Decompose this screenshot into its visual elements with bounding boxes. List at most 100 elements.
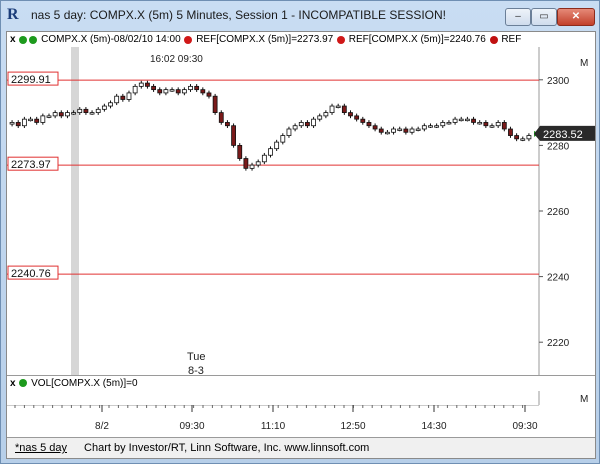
- close-button[interactable]: ✕: [557, 8, 595, 26]
- candle-body: [268, 148, 273, 156]
- day-label: Tue: [187, 351, 206, 363]
- candle-body: [489, 125, 495, 128]
- candle-body: [477, 122, 483, 125]
- candle-body: [372, 125, 378, 130]
- time-axis: 8/2 09:30 11:10 12:50 14:30 09:30: [7, 405, 595, 437]
- candle-body: [366, 122, 372, 127]
- x-tick-label: 09:30: [179, 421, 204, 432]
- candle-body: [89, 112, 95, 115]
- price-plot-background: [7, 47, 595, 375]
- ref-label: 2299.91: [11, 74, 51, 86]
- candle-body: [292, 125, 298, 130]
- volume-legend-bar: x VOL[COMPX.X (5m)]=0: [7, 375, 595, 392]
- volume-color-icon[interactable]: [19, 379, 28, 388]
- candle-body: [526, 135, 532, 140]
- candle-body: [483, 122, 489, 127]
- candle-body: [212, 95, 218, 114]
- series-color-icon[interactable]: [19, 35, 28, 44]
- candle-body: [181, 89, 187, 94]
- top-time-labels: 16:02 09:30: [150, 54, 203, 65]
- candle-body: [403, 128, 409, 133]
- candle: [243, 156, 249, 171]
- candle: [212, 93, 218, 115]
- candle-body: [237, 145, 243, 159]
- minimize-button[interactable]: –: [505, 8, 531, 26]
- candle-body: [46, 115, 52, 118]
- date-label: 8-3: [188, 365, 204, 375]
- candle-body: [286, 128, 292, 136]
- candle-body: [65, 112, 70, 117]
- candle-body: [194, 85, 200, 91]
- ref-color-icon[interactable]: [336, 35, 345, 44]
- close-pane-icon[interactable]: x: [10, 378, 16, 389]
- candle-body: [514, 135, 520, 140]
- ref-legend-label[interactable]: REF[COMPX.X (5m)]=2240.76: [349, 34, 486, 45]
- candle-body: [378, 128, 384, 133]
- candle-body: [434, 125, 440, 128]
- candle-body: [508, 128, 513, 136]
- y-tick-label: 2220: [547, 338, 570, 349]
- candle-body: [138, 82, 144, 87]
- candle-body: [520, 138, 526, 141]
- volume-pane[interactable]: M: [7, 391, 595, 405]
- last-price-label: 2283.52: [543, 129, 583, 141]
- candle-body: [169, 89, 175, 92]
- volume-legend-label[interactable]: VOL[COMPX.X (5m)]=0: [31, 378, 137, 389]
- credit-text: Chart by Investor/RT, Linn Software, Inc…: [84, 442, 370, 454]
- ref-label: 2240.76: [11, 268, 51, 280]
- candle-body: [385, 131, 390, 135]
- price-legend-bar: x COMPX.X (5m)-08/02/10 14:00 REF[COMPX.…: [7, 32, 595, 48]
- candle-body: [71, 112, 77, 115]
- candle-body: [145, 82, 150, 87]
- candle-body: [360, 118, 366, 123]
- candle: [218, 110, 224, 125]
- series-legend-label[interactable]: COMPX.X (5m)-08/02/10 14:00: [41, 34, 181, 45]
- maximize-button[interactable]: ▭: [531, 8, 557, 26]
- ref-color-icon[interactable]: [489, 35, 498, 44]
- candle-body: [280, 135, 286, 143]
- candle-body: [440, 122, 446, 127]
- volume-panel-menu-marker[interactable]: M: [580, 394, 588, 405]
- candle-body: [58, 112, 64, 117]
- x-tick-label: 09:30: [512, 421, 537, 432]
- window-title: nas 5 day: COMPX.X (5m) 5 Minutes, Sessi…: [31, 8, 447, 22]
- ref-color-icon[interactable]: [184, 35, 193, 44]
- candle-body: [354, 115, 360, 120]
- chart-client-area: x COMPX.X (5m)-08/02/10 14:00 REF[COMPX.…: [6, 31, 596, 459]
- candle-body: [243, 158, 249, 169]
- candle-body: [101, 105, 107, 110]
- title-bar[interactable]: R nas 5 day: COMPX.X (5m) 5 Minutes, Ses…: [1, 1, 599, 31]
- candle-body: [108, 102, 113, 107]
- app-window: R nas 5 day: COMPX.X (5m) 5 Minutes, Ses…: [0, 0, 600, 464]
- candle-body: [335, 105, 341, 108]
- candle-body: [120, 95, 126, 100]
- candle-body: [163, 89, 169, 94]
- candle-body: [415, 128, 421, 131]
- chart-tab[interactable]: *nas 5 day: [15, 442, 67, 454]
- candle-body: [206, 92, 212, 97]
- candle-body: [409, 128, 415, 133]
- candle-body: [95, 108, 101, 113]
- series-color-icon[interactable]: [29, 35, 38, 44]
- candle-body: [188, 85, 193, 91]
- volume-plot-background: [7, 391, 595, 405]
- candle-body: [77, 108, 83, 113]
- candle: [237, 143, 243, 161]
- candle: [231, 123, 236, 148]
- status-bar: *nas 5 day Chart by Investor/RT, Linn So…: [7, 437, 595, 458]
- price-chart[interactable]: 16:02 09:30 Tue 8-3 M 2299.91 2273.97 2240…: [7, 47, 595, 375]
- y-tick-label: 2280: [547, 141, 570, 152]
- candle-body: [21, 118, 27, 127]
- candle-body: [261, 154, 267, 163]
- ref-legend-label[interactable]: REF[COMPX.X (5m)]=2273.97: [196, 34, 333, 45]
- candle-body: [126, 92, 132, 100]
- ref-legend-label[interactable]: REF: [501, 34, 521, 45]
- candle-body: [458, 118, 464, 122]
- candle-body: [305, 122, 310, 127]
- y-tick-label: 2260: [547, 207, 570, 218]
- candle-body: [501, 122, 507, 130]
- candle-body: [391, 128, 396, 133]
- candle-body: [218, 112, 224, 123]
- close-pane-icon[interactable]: x: [10, 34, 16, 45]
- panel-menu-marker[interactable]: M: [580, 58, 588, 69]
